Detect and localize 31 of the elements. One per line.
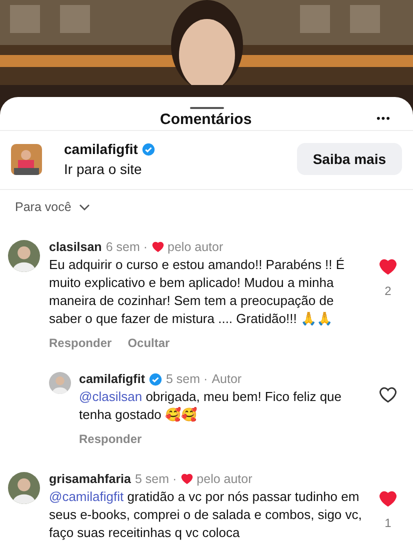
like-count: 1	[384, 516, 392, 530]
author-label: pelo autor	[196, 472, 252, 486]
reply-link[interactable]: Responder	[49, 336, 112, 350]
chevron-down-icon[interactable]	[79, 204, 90, 210]
learn-more-button[interactable]: Saiba mais	[296, 143, 402, 175]
like-count: 2	[384, 284, 392, 298]
reply-link[interactable]: Responder	[79, 432, 142, 446]
timestamp: 6 sem ·	[106, 240, 148, 254]
comment-text: Eu adquirir o curso e estou amando!! Parabéns !! É muito explicativo e bem aplicado! Mudou a minha maneira de cozinhar! Sem tem a preocupação de saber o que fazer de mistura .... Gratidão!!! 🙏🙏	[49, 256, 346, 328]
author-label: Autor	[212, 372, 242, 386]
author-label: pelo autor	[168, 240, 224, 254]
username[interactable]: camilafigfit	[79, 372, 145, 386]
avatar[interactable]	[8, 240, 40, 272]
ad-thumbnail[interactable]	[11, 144, 42, 174]
drag-handle[interactable]	[190, 107, 224, 109]
username[interactable]: grisamahfaria	[49, 472, 131, 486]
account-name[interactable]: camilafigfit	[64, 141, 138, 157]
mention-link[interactable]: @camilafigfit	[49, 489, 124, 504]
heart-icon[interactable]	[379, 386, 397, 404]
username[interactable]: clasilsan	[49, 240, 102, 254]
mention-link[interactable]: @clasilsan	[79, 389, 142, 404]
ad-subtitle: Ir para o site	[64, 161, 143, 177]
sheet-title: Comentários	[160, 110, 252, 128]
sort-label[interactable]: Para você	[15, 200, 72, 214]
timestamp: 5 sem ·	[134, 472, 177, 486]
hide-link[interactable]: Ocultar	[128, 336, 170, 350]
timestamp: 5 sem ·	[166, 372, 208, 386]
avatar[interactable]	[8, 472, 40, 504]
more-options-button[interactable]: •••	[376, 113, 391, 126]
comment-text: @camilafigfit gratidão a vc por nós passar tudinho em seus e-books, comprei o de salada e combos, sigo vc, faço suas receitinhas q vc coloca	[49, 488, 363, 542]
comment-text: @clasilsan obrigada, meu bem! Fico feliz que tenha gostado 🥰🥰	[79, 388, 343, 424]
